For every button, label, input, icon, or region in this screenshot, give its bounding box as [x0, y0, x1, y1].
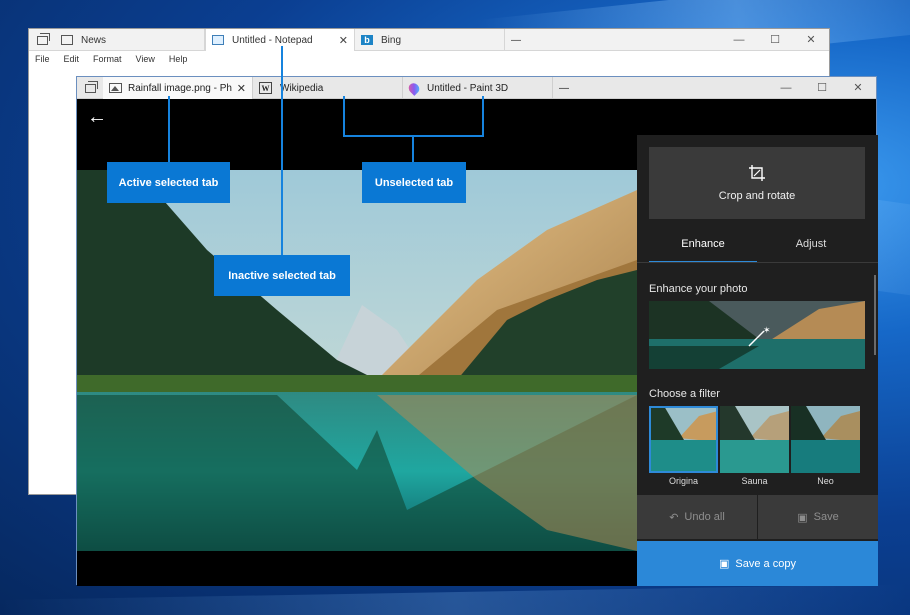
save-copy-icon: ▣ — [719, 558, 730, 570]
crop-and-rotate-button[interactable]: Crop and rotate — [649, 147, 865, 219]
minimize-icon: — — [559, 82, 569, 94]
filter-label: Neo — [817, 476, 834, 486]
menu-help[interactable]: Help — [169, 54, 188, 64]
callout-leader — [343, 96, 345, 136]
save-button[interactable]: ▣ Save — [758, 495, 878, 539]
tab-photos[interactable]: Rainfall image.png - Ph ✕ — [103, 77, 253, 99]
tab-label: News — [81, 34, 107, 46]
tab-overflow[interactable]: — — [505, 29, 545, 51]
callout-leader — [168, 96, 170, 162]
enhance-title: Enhance your photo — [649, 283, 748, 295]
edit-actions: ↶ Undo all ▣ Save — [637, 495, 878, 539]
filter-original[interactable]: Origina — [649, 406, 718, 486]
window-controls: — ☐ ✕ — [768, 77, 876, 99]
callout-leader — [412, 136, 414, 162]
landscape-photo — [77, 170, 637, 551]
tab-adjust[interactable]: Adjust — [757, 233, 865, 263]
filter-sauna[interactable]: Sauna — [720, 406, 789, 486]
tab-paint3d[interactable]: Untitled - Paint 3D — [403, 77, 553, 99]
notepad-icon — [212, 35, 224, 45]
menu-format[interactable]: Format — [93, 54, 122, 64]
crop-icon — [748, 164, 766, 182]
tab-label: Bing — [381, 34, 402, 46]
tab-bing[interactable]: b Bing — [355, 29, 505, 51]
tab-bar: Rainfall image.png - Ph ✕ W Wikipedia Un… — [77, 77, 876, 99]
callout-inactive-tab: Inactive selected tab — [214, 255, 350, 296]
enhance-photo-button[interactable]: ✶ — [649, 301, 865, 369]
paint3d-icon — [406, 80, 422, 96]
panel-scrollbar[interactable] — [874, 275, 876, 355]
callout-unselected-tab: Unselected tab — [362, 162, 466, 203]
edit-mode-tabs: Enhance Adjust — [649, 233, 865, 263]
undo-icon: ↶ — [669, 511, 679, 524]
wikipedia-icon: W — [259, 82, 272, 94]
back-arrow-icon[interactable]: ← — [87, 107, 107, 127]
tab-label: Wikipedia — [280, 82, 324, 94]
save-a-copy-button[interactable]: ▣ Save a copy — [637, 541, 878, 586]
tab-overview-icon — [84, 80, 98, 93]
menu-view[interactable]: View — [136, 54, 155, 64]
image-icon — [109, 83, 122, 93]
tab-label: Rainfall image.png - Ph — [128, 82, 232, 94]
save-label: Save — [813, 511, 839, 523]
filter-list: Origina Sauna Neo — [649, 406, 865, 486]
callout-leader — [482, 96, 484, 136]
tab-overview-button[interactable] — [77, 77, 103, 99]
close-icon[interactable]: ✕ — [237, 82, 246, 95]
tab-label: Untitled - Paint 3D — [427, 82, 509, 94]
news-icon — [61, 35, 73, 45]
crop-label: Crop and rotate — [718, 190, 796, 202]
menu-file[interactable]: File — [35, 54, 50, 64]
tab-label: Untitled - Notepad — [232, 34, 313, 46]
divider — [637, 262, 878, 263]
save-copy-label: Save a copy — [735, 557, 796, 570]
landscape-image — [77, 170, 637, 551]
tab-overview-icon — [36, 32, 50, 45]
light-beam — [0, 584, 910, 615]
tab-overflow[interactable]: — — [553, 77, 593, 99]
edit-panel: Crop and rotate Enhance Adjust Enhance y… — [637, 135, 878, 586]
tab-bar: News Untitled - Notepad ✕ b Bing — — ☐ ✕ — [29, 29, 829, 51]
svg-text:✶: ✶ — [763, 325, 771, 335]
minimize-button[interactable]: — — [768, 77, 804, 99]
undo-label: Undo all — [684, 511, 725, 523]
minimize-icon: — — [511, 34, 521, 46]
tab-overview-button[interactable] — [29, 29, 55, 51]
photos-window[interactable]: Rainfall image.png - Ph ✕ W Wikipedia Un… — [76, 76, 878, 586]
maximize-button[interactable]: ☐ — [757, 29, 793, 51]
close-button[interactable]: ✕ — [793, 29, 829, 51]
tab-enhance[interactable]: Enhance — [649, 233, 757, 263]
maximize-button[interactable]: ☐ — [804, 77, 840, 99]
menu-edit[interactable]: Edit — [64, 54, 80, 64]
tab-news[interactable]: News — [55, 29, 205, 51]
filter-neo[interactable]: Neo — [791, 406, 860, 486]
undo-all-button[interactable]: ↶ Undo all — [637, 495, 757, 539]
close-icon[interactable]: ✕ — [339, 34, 348, 47]
save-icon: ▣ — [797, 511, 808, 524]
tab-notepad[interactable]: Untitled - Notepad ✕ — [205, 29, 355, 51]
callout-leader — [281, 46, 283, 256]
filter-title: Choose a filter — [649, 388, 720, 400]
close-button[interactable]: ✕ — [840, 77, 876, 99]
window-controls: — ☐ ✕ — [721, 29, 829, 51]
tab-wikipedia[interactable]: W Wikipedia — [253, 77, 403, 99]
filter-label: Origina — [668, 476, 698, 486]
menu-bar: File Edit Format View Help — [29, 51, 829, 67]
callout-active-tab: Active selected tab — [107, 162, 230, 203]
bing-icon: b — [361, 35, 373, 45]
filter-label: Sauna — [741, 476, 768, 486]
minimize-button[interactable]: — — [721, 29, 757, 51]
